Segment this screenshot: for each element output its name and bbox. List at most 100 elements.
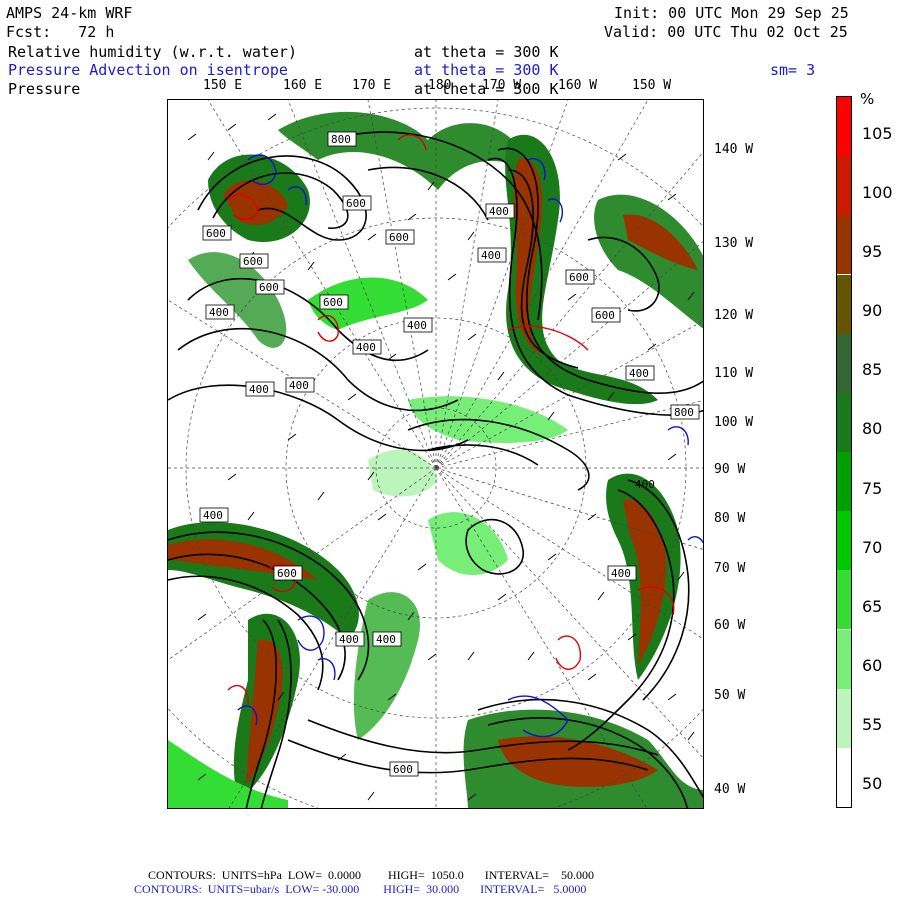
footer-pressure-contours: CONTOURS: UNITS=hPa LOW= 0.0000 HIGH= 10… <box>148 868 594 882</box>
contour-label: 400 <box>205 304 235 320</box>
svg-text:400: 400 <box>209 306 229 319</box>
field-rh-label: Relative humidity (w.r.t. water) <box>8 43 297 61</box>
init-time: Init: 00 UTC Mon 29 Sep 25 <box>614 4 849 22</box>
lon-label-150e: 150 E <box>203 78 243 93</box>
contour-label: 600 <box>565 269 595 285</box>
colorbar-segment <box>837 333 851 393</box>
svg-text:400: 400 <box>376 633 396 646</box>
smoothing-label: sm= 3 <box>770 61 816 79</box>
svg-text:600: 600 <box>259 281 279 294</box>
valid-time: Valid: 00 UTC Thu 02 Oct 25 <box>604 23 848 41</box>
colorbar-segment <box>837 452 851 512</box>
colorbar-segment <box>837 274 851 334</box>
contour-label: 600 <box>273 565 303 581</box>
lon-label-70w: 70 W <box>714 561 746 576</box>
svg-text:600: 600 <box>389 231 409 244</box>
contour-label: 400 <box>372 631 402 647</box>
colorbar-segment <box>837 747 851 807</box>
lon-label-170e: 170 E <box>352 78 392 93</box>
colorbar-label: 50 <box>862 774 883 794</box>
svg-text:400: 400 <box>635 478 655 491</box>
svg-text:600: 600 <box>393 763 413 776</box>
svg-text:600: 600 <box>569 271 589 284</box>
colorbar-label: 85 <box>862 360 883 380</box>
colorbar-segment <box>837 215 851 275</box>
lon-label-180: 180 <box>428 78 452 93</box>
contour-label: 400 <box>335 631 365 647</box>
svg-text:800: 800 <box>674 406 694 419</box>
svg-text:600: 600 <box>277 567 297 580</box>
contour-label: 600 <box>255 279 285 295</box>
lon-label-160e: 160 E <box>283 78 323 93</box>
field-advection-level: at theta = 300 K <box>414 61 559 79</box>
lon-label-120w: 120 W <box>714 308 754 323</box>
contour-label: 400 <box>607 565 637 581</box>
lon-label-150w: 150 W <box>632 78 672 93</box>
contour-label: 600 <box>385 229 415 245</box>
colorbar-label: 65 <box>862 596 883 616</box>
colorbar-segment <box>837 511 851 571</box>
contour-label: 400 <box>285 377 315 393</box>
svg-text:600: 600 <box>595 309 615 322</box>
svg-text:400: 400 <box>249 383 269 396</box>
colorbar-label: 90 <box>862 301 883 321</box>
colorbar-segment <box>837 156 851 216</box>
contour-label: 600 <box>389 761 419 777</box>
contour-label: 800 <box>670 404 700 420</box>
field-pressure-label: Pressure <box>8 80 81 98</box>
svg-text:400: 400 <box>289 379 309 392</box>
model-title: AMPS 24-km WRF <box>6 4 133 22</box>
colorbar-label: 105 <box>862 123 893 143</box>
lon-label-40w: 40 W <box>714 782 746 797</box>
colorbar-segment <box>837 688 851 748</box>
lon-label-170w: 170 W <box>482 78 522 93</box>
svg-text:400: 400 <box>339 633 359 646</box>
contour-label: 400 <box>352 339 382 355</box>
map-panel: 800 600 600 600 600 600 600 400 400 400 … <box>167 99 704 809</box>
lon-label-80w: 80 W <box>714 511 746 526</box>
lon-label-140w: 140 W <box>714 142 754 157</box>
colorbar-segment <box>837 570 851 630</box>
svg-text:600: 600 <box>346 197 366 210</box>
contour-label: 600 <box>342 195 372 211</box>
contour-label: 600 <box>202 225 232 241</box>
contour-label: 400 <box>635 478 655 491</box>
lon-label-50w: 50 W <box>714 688 746 703</box>
colorbar <box>836 96 852 808</box>
colorbar-unit: % <box>860 90 875 108</box>
map-graphic: 800 600 600 600 600 600 600 400 400 400 … <box>168 100 703 808</box>
lon-label-130w: 130 W <box>714 236 754 251</box>
contour-label: 600 <box>239 253 269 269</box>
svg-text:600: 600 <box>323 296 343 309</box>
footer-advection-contours: CONTOURS: UNITS=ubar/s LOW= -30.000 HIGH… <box>134 882 587 896</box>
colorbar-segment <box>837 629 851 689</box>
colorbar-label: 70 <box>862 537 883 557</box>
colorbar-label: 95 <box>862 241 883 261</box>
colorbar-label: 55 <box>862 715 883 735</box>
svg-text:400: 400 <box>629 367 649 380</box>
svg-text:400: 400 <box>611 567 631 580</box>
svg-text:400: 400 <box>203 509 223 522</box>
svg-text:400: 400 <box>356 341 376 354</box>
lon-label-160w: 160 W <box>558 78 598 93</box>
colorbar-label: 60 <box>862 656 883 676</box>
field-advection-label: Pressure Advection on isentrope <box>8 61 288 79</box>
field-rh-level: at theta = 300 K <box>414 43 559 61</box>
contour-label: 800 <box>327 131 357 147</box>
svg-text:600: 600 <box>243 255 263 268</box>
lon-label-110w: 110 W <box>714 366 754 381</box>
contour-label: 400 <box>245 381 275 397</box>
contour-label: 400 <box>199 507 229 523</box>
lon-label-90w: 90 W <box>714 462 746 477</box>
forecast-hour: Fcst: 72 h <box>6 23 115 41</box>
contour-label: 400 <box>403 317 433 333</box>
contour-label: 400 <box>485 203 515 219</box>
contour-label: 600 <box>591 307 621 323</box>
lon-label-100w: 100 W <box>714 415 754 430</box>
svg-text:400: 400 <box>407 319 427 332</box>
svg-text:400: 400 <box>481 249 501 262</box>
colorbar-segment <box>837 97 851 157</box>
colorbar-label: 80 <box>862 419 883 439</box>
svg-text:800: 800 <box>331 133 351 146</box>
contour-label: 400 <box>477 247 507 263</box>
